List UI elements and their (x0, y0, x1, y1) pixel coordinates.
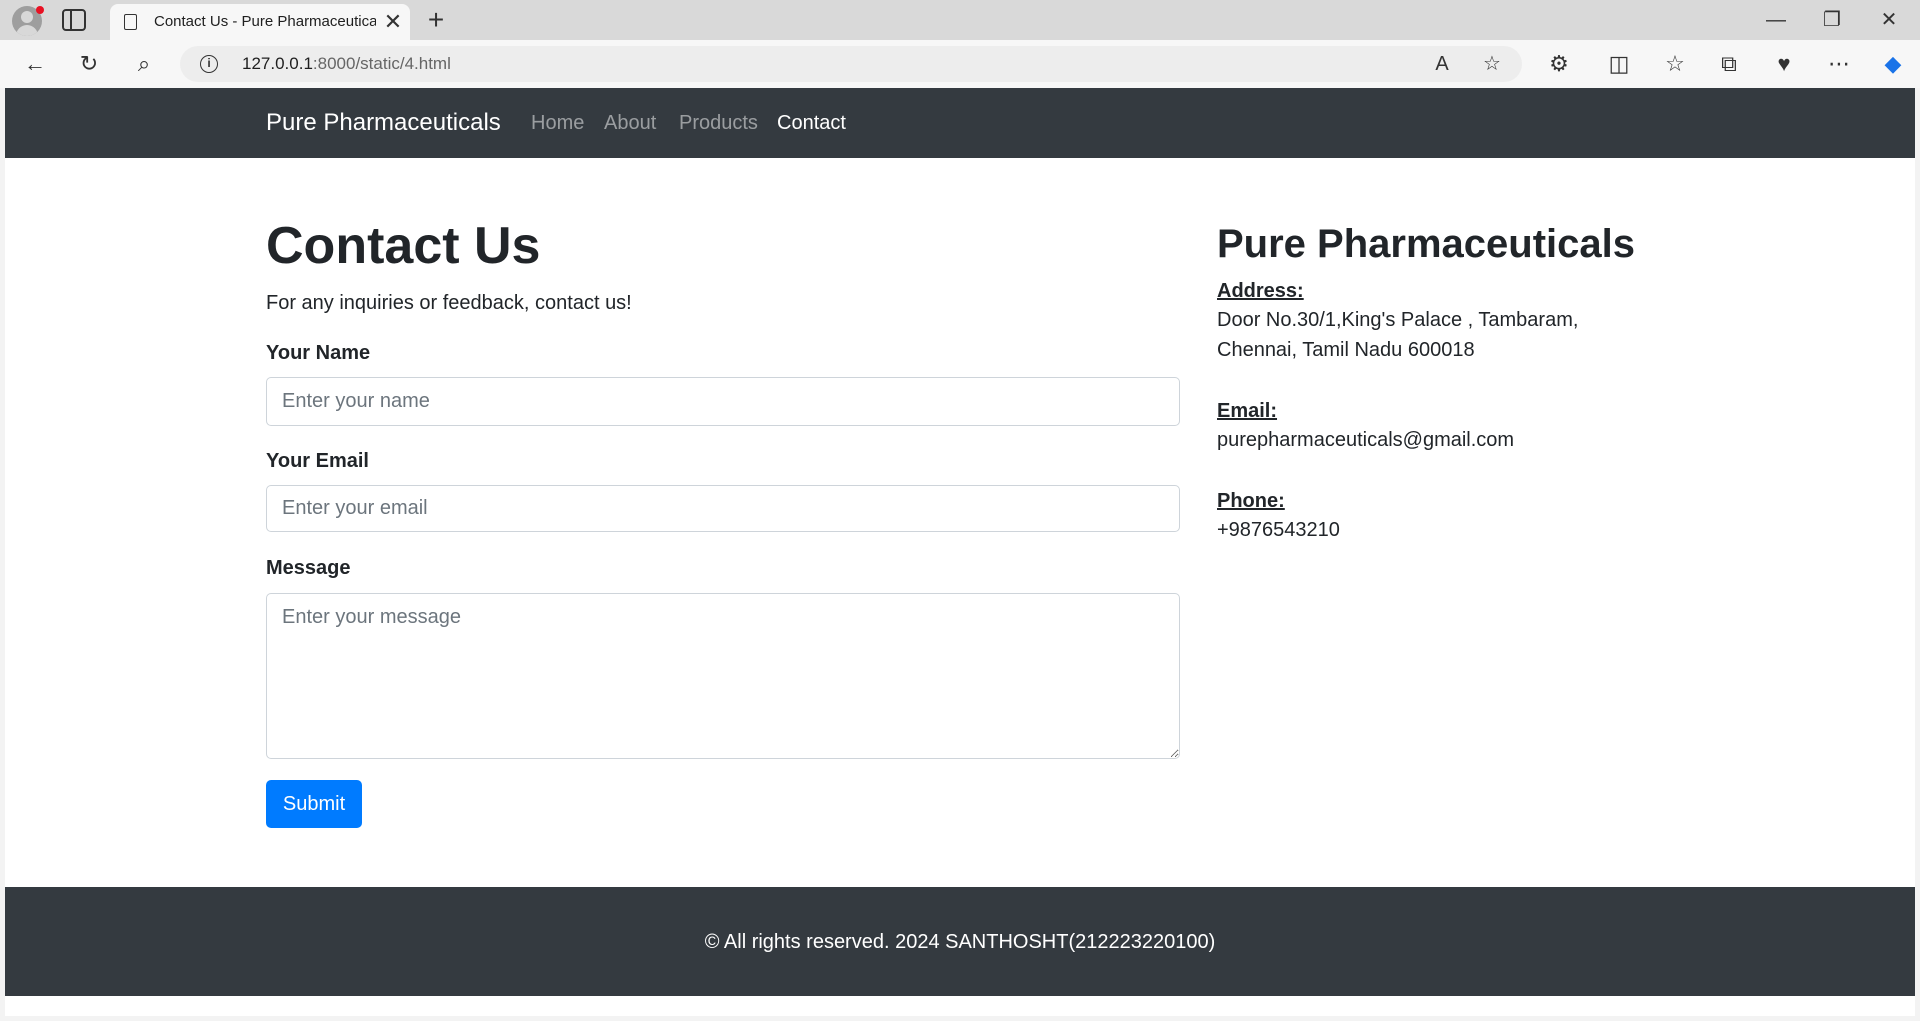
nav-link-about[interactable]: About (604, 112, 656, 135)
email-info-value: purepharmaceuticals@gmail.com (1217, 429, 1515, 451)
read-aloud-icon[interactable]: A (1426, 48, 1458, 80)
nav-link-home[interactable]: Home (531, 112, 584, 135)
email-input[interactable] (266, 485, 1180, 532)
favorites-icon[interactable]: ☆ (1659, 48, 1691, 80)
message-textarea[interactable] (266, 593, 1180, 759)
navbar-brand[interactable]: Pure Pharmaceuticals (266, 109, 501, 137)
tab-title: Contact Us - Pure Pharmaceuticals (154, 13, 376, 30)
favorite-star-icon[interactable]: ☆ (1476, 48, 1508, 80)
browser-toolbar: ← ↻ ⌕ i 127.0.0.1:8000/static/4.html A ☆… (0, 40, 1920, 88)
nav-link-contact[interactable]: Contact (777, 112, 846, 135)
url-path: :8000/static/4.html (312, 54, 451, 73)
page-title: Contact Us (266, 217, 541, 275)
nav-link-products[interactable]: Products (679, 112, 758, 135)
message-label: Message (266, 557, 351, 579)
site-navbar: Pure Pharmaceuticals Home About Products… (5, 88, 1915, 158)
phone-value: +9876543210 (1217, 519, 1340, 541)
tab-actions-icon[interactable] (62, 9, 86, 31)
refresh-icon[interactable]: ↻ (73, 48, 105, 80)
address-label: Address: (1217, 280, 1304, 302)
copilot-icon[interactable]: ◆ (1877, 48, 1909, 80)
address-line-1: Door No.30/1,King's Palace , Tambaram, (1217, 309, 1579, 331)
browser-tab[interactable]: Contact Us - Pure Pharmaceuticals ✕ (110, 4, 410, 40)
name-input[interactable] (266, 377, 1180, 426)
minimize-icon[interactable]: — (1756, 4, 1796, 36)
collections-icon[interactable]: ⧉ (1713, 48, 1745, 80)
more-options-icon[interactable]: ⋯ (1823, 48, 1855, 80)
address-line-2: Chennai, Tamil Nadu 600018 (1217, 339, 1475, 361)
url-text[interactable]: 127.0.0.1:8000/static/4.html (242, 54, 451, 74)
phone-label: Phone: (1217, 490, 1285, 512)
site-footer: © All rights reserved. 2024 SANTHOSHT(21… (5, 887, 1915, 996)
restore-icon[interactable]: ❐ (1812, 4, 1852, 36)
browser-tab-bar: Contact Us - Pure Pharmaceuticals ✕ + — … (0, 0, 1920, 40)
site-info-icon[interactable]: i (200, 55, 218, 73)
url-host: 127.0.0.1 (242, 54, 313, 73)
split-screen-icon[interactable]: ◫ (1603, 48, 1635, 80)
notification-dot-icon (36, 6, 44, 14)
name-label: Your Name (266, 342, 371, 364)
address-bar[interactable]: i 127.0.0.1:8000/static/4.html A ☆ (180, 46, 1522, 82)
page-viewport: Pure Pharmaceuticals Home About Products… (5, 88, 1915, 1016)
search-icon[interactable]: ⌕ (128, 48, 160, 80)
extensions-icon[interactable]: ⚙ (1543, 48, 1575, 80)
browser-essentials-icon[interactable]: ♥ (1768, 48, 1800, 80)
window-close-icon[interactable]: ✕ (1869, 4, 1909, 36)
company-name: Pure Pharmaceuticals (1217, 222, 1635, 266)
submit-button[interactable]: Submit (266, 780, 362, 828)
new-tab-icon[interactable]: + (421, 5, 451, 35)
page-lead: For any inquiries or feedback, contact u… (266, 292, 632, 314)
footer-copyright: © All rights reserved. 2024 SANTHOSHT(21… (704, 931, 1216, 953)
email-info-label: Email: (1217, 400, 1278, 422)
email-label: Your Email (266, 450, 369, 472)
tab-close-icon[interactable]: ✕ (380, 9, 406, 35)
page-icon (124, 14, 137, 30)
back-icon[interactable]: ← (19, 48, 51, 80)
